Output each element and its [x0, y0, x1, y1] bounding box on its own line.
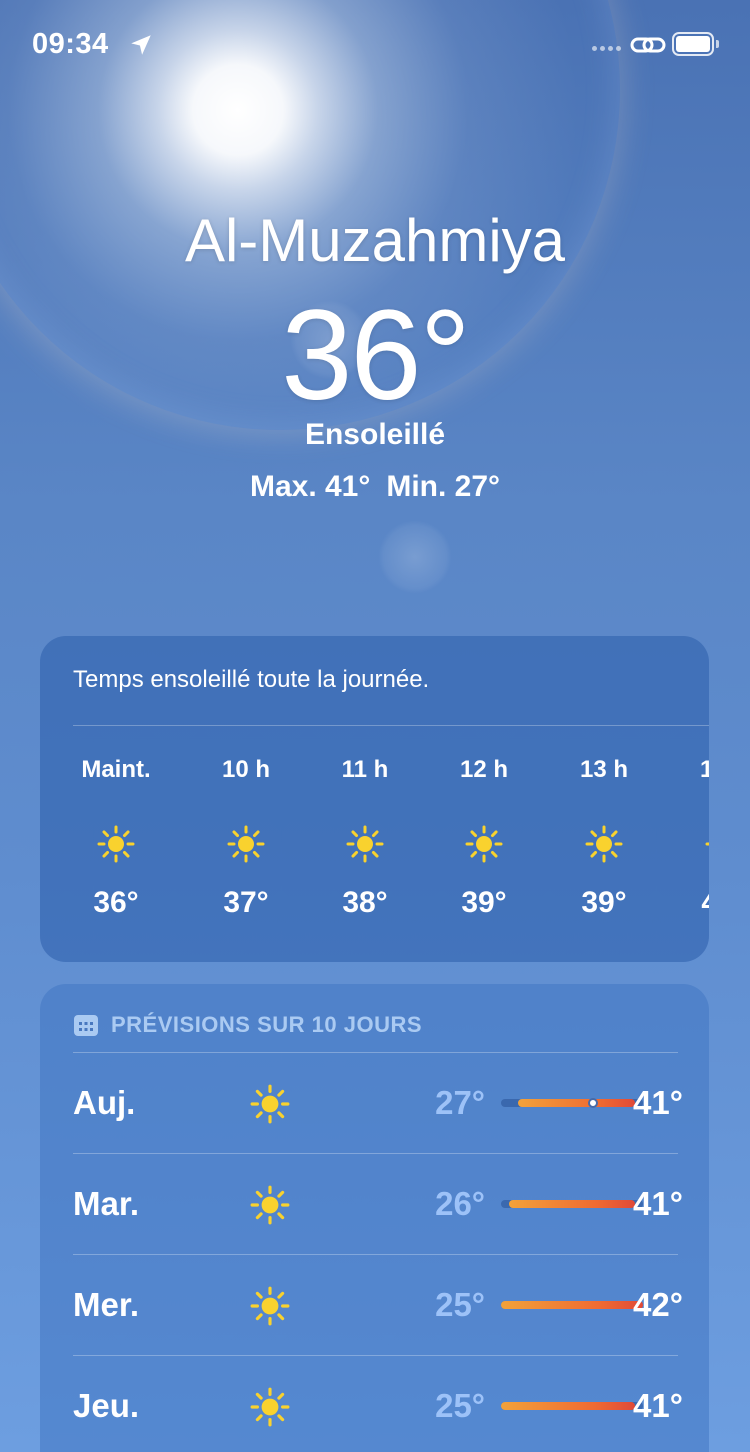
hour-column: 11 h 38°	[305, 756, 425, 920]
battery-icon	[672, 32, 714, 56]
signal-dots-icon	[592, 46, 621, 51]
divider	[73, 725, 709, 726]
day-name: Auj.	[73, 1084, 136, 1121]
day-low-temp: 27°	[435, 1084, 485, 1121]
temp-range-fill	[509, 1200, 635, 1208]
high-low-temps: Max. 41° Min. 27°	[0, 470, 750, 504]
ten-day-title: PRÉVISIONS SUR 10 JOURS	[111, 1012, 423, 1037]
hourly-forecast-card[interactable]: Temps ensoleillé toute la journée. Maint…	[40, 636, 709, 962]
day-row[interactable]: Auj. 27° 41°	[73, 1052, 683, 1153]
temp-range-fill	[517, 1099, 635, 1107]
hour-temp: 37°	[223, 886, 269, 919]
sun-icon	[227, 825, 265, 863]
sun-icon	[97, 825, 135, 863]
hour-label: 14 h	[699, 756, 709, 783]
ten-day-header: PRÉVISIONS SUR 10 JOURS	[73, 1012, 422, 1038]
temp-range-fill	[501, 1301, 643, 1309]
hour-temp: 39°	[581, 886, 627, 919]
divider	[73, 1153, 678, 1154]
battery-fill	[676, 36, 710, 52]
current-temp-dot	[587, 1098, 598, 1108]
day-low-temp: 25°	[435, 1387, 485, 1424]
min-temp: Min. 27°	[386, 470, 501, 503]
day-high-temp: 42°	[633, 1286, 683, 1323]
divider	[73, 1355, 678, 1356]
sun-icon	[346, 825, 384, 863]
hour-column: 13 h 39°	[544, 756, 664, 920]
divider	[73, 1052, 678, 1053]
sun-icon	[250, 1084, 290, 1124]
hour-column: Maint. 36°	[56, 756, 176, 920]
hour-temp: 36°	[93, 886, 139, 919]
temp-range-bar	[501, 1200, 643, 1208]
current-temperature: 36°	[281, 284, 471, 427]
status-time: 09:34	[32, 28, 109, 60]
day-high-temp: 41°	[633, 1185, 683, 1222]
day-name: Mar.	[73, 1185, 140, 1222]
divider	[73, 1254, 678, 1255]
day-row[interactable]: Mer. 25° 42°	[73, 1254, 683, 1355]
sun-icon	[250, 1185, 290, 1225]
weather-condition: Ensoleillé	[304, 418, 446, 451]
sun-icon	[250, 1286, 290, 1326]
personal-hotspot-link-icon	[630, 37, 666, 53]
hour-column: 12 h 39°	[424, 756, 544, 920]
lens-flare	[378, 520, 452, 594]
hourly-summary: Temps ensoleillé toute la journée.	[73, 666, 430, 693]
sun-icon	[705, 842, 709, 846]
status-bar: 09:34	[0, 0, 750, 90]
day-name: Mer.	[73, 1286, 140, 1323]
city-name: Al-Muzahmiya	[184, 207, 566, 274]
hour-temp: 38°	[342, 886, 388, 919]
max-temp: Max. 41°	[249, 470, 371, 503]
calendar-icon	[74, 1015, 98, 1036]
hour-temp: 40°	[664, 886, 709, 920]
hour-label: 11 h	[341, 756, 389, 783]
day-name: Jeu.	[73, 1387, 140, 1424]
sun-icon	[465, 825, 503, 863]
hour-label: Maint.	[81, 756, 151, 783]
day-high-temp: 41°	[633, 1084, 683, 1121]
temp-range-bar	[501, 1402, 643, 1410]
hour-label: 12 h	[459, 756, 509, 783]
temp-range-fill	[501, 1402, 635, 1410]
battery-tip	[716, 40, 719, 48]
temp-range-bar	[501, 1098, 643, 1108]
sun-icon	[585, 825, 623, 863]
location-arrow-icon	[131, 35, 151, 55]
day-row[interactable]: Mar. 26° 41°	[73, 1153, 683, 1254]
hour-label: 10 h	[221, 756, 271, 783]
day-high-temp: 41°	[633, 1387, 683, 1424]
day-low-temp: 25°	[435, 1286, 485, 1323]
sun-icon	[250, 1387, 290, 1427]
hour-temp: 39°	[461, 886, 507, 919]
ten-day-forecast-card[interactable]: PRÉVISIONS SUR 10 JOURS Auj. 27° 41° Mar. 26…	[40, 984, 709, 1452]
day-low-temp: 26°	[435, 1185, 485, 1222]
hour-column: 10 h 37°	[186, 756, 306, 920]
hour-label: 13 h	[579, 756, 629, 783]
hour-column: 14 h 40°	[664, 756, 709, 920]
day-row[interactable]: Jeu. 25° 41°	[73, 1355, 683, 1452]
temp-range-bar	[501, 1301, 643, 1309]
